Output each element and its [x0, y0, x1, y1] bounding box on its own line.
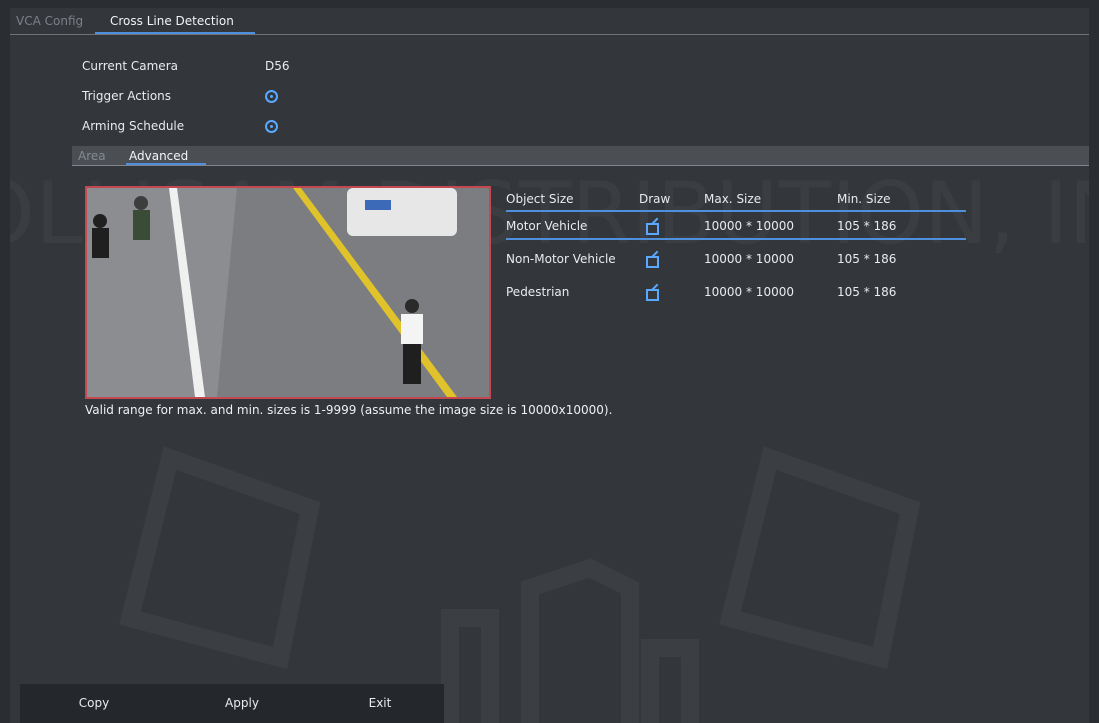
row-max-size: 10000 * 10000	[704, 285, 794, 299]
pedestrian-figure	[401, 314, 423, 344]
draw-edit-icon[interactable]	[646, 223, 659, 235]
arming-schedule-label: Arming Schedule	[82, 119, 185, 133]
apply-button[interactable]: Apply	[168, 684, 316, 723]
tab-cross-line-detection[interactable]: Cross Line Detection	[110, 14, 234, 28]
arming-schedule-gear-icon[interactable]	[265, 120, 278, 133]
current-camera-label: Current Camera	[82, 59, 178, 73]
white-van	[347, 188, 457, 236]
tab-area[interactable]: Area	[78, 149, 106, 163]
tab-vca-config[interactable]: VCA Config	[16, 14, 83, 28]
table-row[interactable]: Non-Motor Vehicle 10000 * 10000 105 * 18…	[506, 250, 966, 272]
column-max-size: Max. Size	[704, 192, 762, 206]
subtab-bar: Area Advanced	[72, 146, 1089, 166]
camera-watermark-left	[119, 446, 321, 670]
column-draw: Draw	[639, 192, 671, 206]
selected-row-underline	[506, 238, 966, 240]
trigger-actions-label: Trigger Actions	[82, 89, 172, 103]
row-min-size: 105 * 186	[837, 285, 897, 299]
vca-config-window: COLLISAM DISTRIBUTION, INC VCA Config Cr…	[10, 8, 1089, 723]
object-size-table-header: Object Size Draw Max. Size Min. Size	[506, 190, 966, 212]
row-object-name: Pedestrian	[506, 285, 570, 299]
draw-edit-icon[interactable]	[646, 289, 659, 301]
row-object-name: Motor Vehicle	[506, 219, 588, 233]
active-tab-indicator	[95, 32, 255, 34]
row-min-size: 105 * 186	[837, 252, 897, 266]
exit-button[interactable]: Exit	[316, 684, 444, 723]
row-max-size: 10000 * 10000	[704, 252, 794, 266]
table-row[interactable]: Pedestrian 10000 * 10000 105 * 186	[506, 283, 966, 305]
top-tab-bar: VCA Config Cross Line Detection	[10, 8, 1089, 35]
city-watermark	[441, 558, 699, 723]
column-object-size: Object Size	[506, 192, 574, 206]
current-camera-value: D56	[265, 59, 290, 73]
row-min-size: 105 * 186	[837, 219, 897, 233]
draw-edit-icon[interactable]	[646, 256, 659, 268]
trigger-actions-gear-icon[interactable]	[265, 90, 278, 103]
row-max-size: 10000 * 10000	[704, 219, 794, 233]
table-row[interactable]: Motor Vehicle 10000 * 10000 105 * 186	[506, 217, 966, 239]
camera-watermark-right	[719, 446, 921, 670]
valid-range-note: Valid range for max. and min. sizes is 1…	[85, 403, 613, 417]
column-min-size: Min. Size	[837, 192, 891, 206]
tab-advanced[interactable]: Advanced	[129, 149, 188, 163]
street-scene-image	[87, 188, 489, 397]
copy-button[interactable]: Copy	[20, 684, 168, 723]
live-view-preview[interactable]	[85, 186, 491, 399]
row-object-name: Non-Motor Vehicle	[506, 252, 616, 266]
active-subtab-indicator	[126, 163, 206, 165]
